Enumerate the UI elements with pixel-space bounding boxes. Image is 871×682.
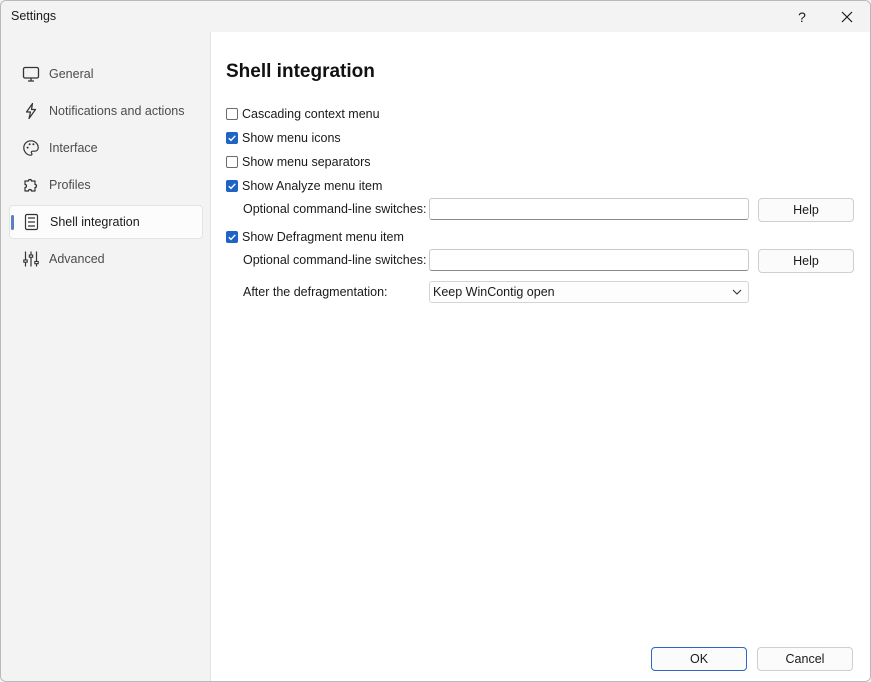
settings-window: Settings ? General Notifications and act… [0,0,871,682]
monitor-icon [22,65,40,83]
after-defrag-select[interactable]: Keep WinContig open [429,281,749,303]
checkbox-label: Show Analyze menu item [242,179,383,193]
cancel-button[interactable]: Cancel [757,647,853,671]
checkbox-box[interactable] [226,132,238,144]
after-defrag-selected-value: Keep WinContig open [433,285,555,299]
help-button[interactable]: ? [779,1,825,32]
puzzle-icon [22,176,40,194]
defrag-help-button[interactable]: Help [758,249,854,273]
checkbox-label: Show Defragment menu item [242,230,404,244]
checkbox-label: Show menu icons [242,131,341,145]
close-icon [841,11,853,22]
sidebar-item-label: Advanced [49,252,105,266]
sidebar-item-general[interactable]: General [9,57,203,91]
sidebar-item-notifications[interactable]: Notifications and actions [9,94,203,128]
sliders-icon [22,250,40,268]
context-menu-icon [23,213,41,231]
lightning-icon [22,102,40,120]
show-menu-icons-checkbox[interactable]: Show menu icons [226,131,341,145]
settings-content: Shell integration Cascading context menu… [211,32,870,681]
sidebar-item-advanced[interactable]: Advanced [9,242,203,276]
show-defragment-menu-item-checkbox[interactable]: Show Defragment menu item [226,230,404,244]
checkbox-box[interactable] [226,231,238,243]
window-title: Settings [11,9,57,23]
analyze-switches-label: Optional command-line switches: [243,202,427,216]
page-title: Shell integration [226,61,375,82]
defrag-switches-input[interactable] [429,249,749,271]
after-defrag-label: After the defragmentation: [243,285,388,299]
close-button[interactable] [824,1,870,32]
cascading-context-menu-checkbox[interactable]: Cascading context menu [226,107,380,121]
show-analyze-menu-item-checkbox[interactable]: Show Analyze menu item [226,179,382,193]
sidebar-item-label: Notifications and actions [49,104,185,118]
title-bar: Settings ? [1,1,870,32]
sidebar-item-interface[interactable]: Interface [9,131,203,165]
sidebar: General Notifications and actions Interf… [1,32,211,681]
sidebar-item-profiles[interactable]: Profiles [9,168,203,202]
ok-button[interactable]: OK [651,647,747,671]
palette-icon [22,139,40,157]
analyze-switches-input[interactable] [429,198,749,220]
checkbox-label: Show menu separators [242,155,371,169]
sidebar-item-label: Profiles [49,178,91,192]
analyze-help-button[interactable]: Help [758,198,854,222]
sidebar-item-shell-integration[interactable]: Shell integration [9,205,203,239]
checkbox-box[interactable] [226,180,238,192]
show-menu-separators-checkbox[interactable]: Show menu separators [226,155,371,169]
checkbox-box[interactable] [226,156,238,168]
sidebar-item-label: Shell integration [50,215,140,229]
sidebar-item-label: Interface [49,141,98,155]
checkbox-box[interactable] [226,108,238,120]
sidebar-item-label: General [49,67,94,81]
defrag-switches-label: Optional command-line switches: [243,253,427,267]
chevron-down-icon [732,289,742,295]
checkbox-label: Cascading context menu [242,107,380,121]
